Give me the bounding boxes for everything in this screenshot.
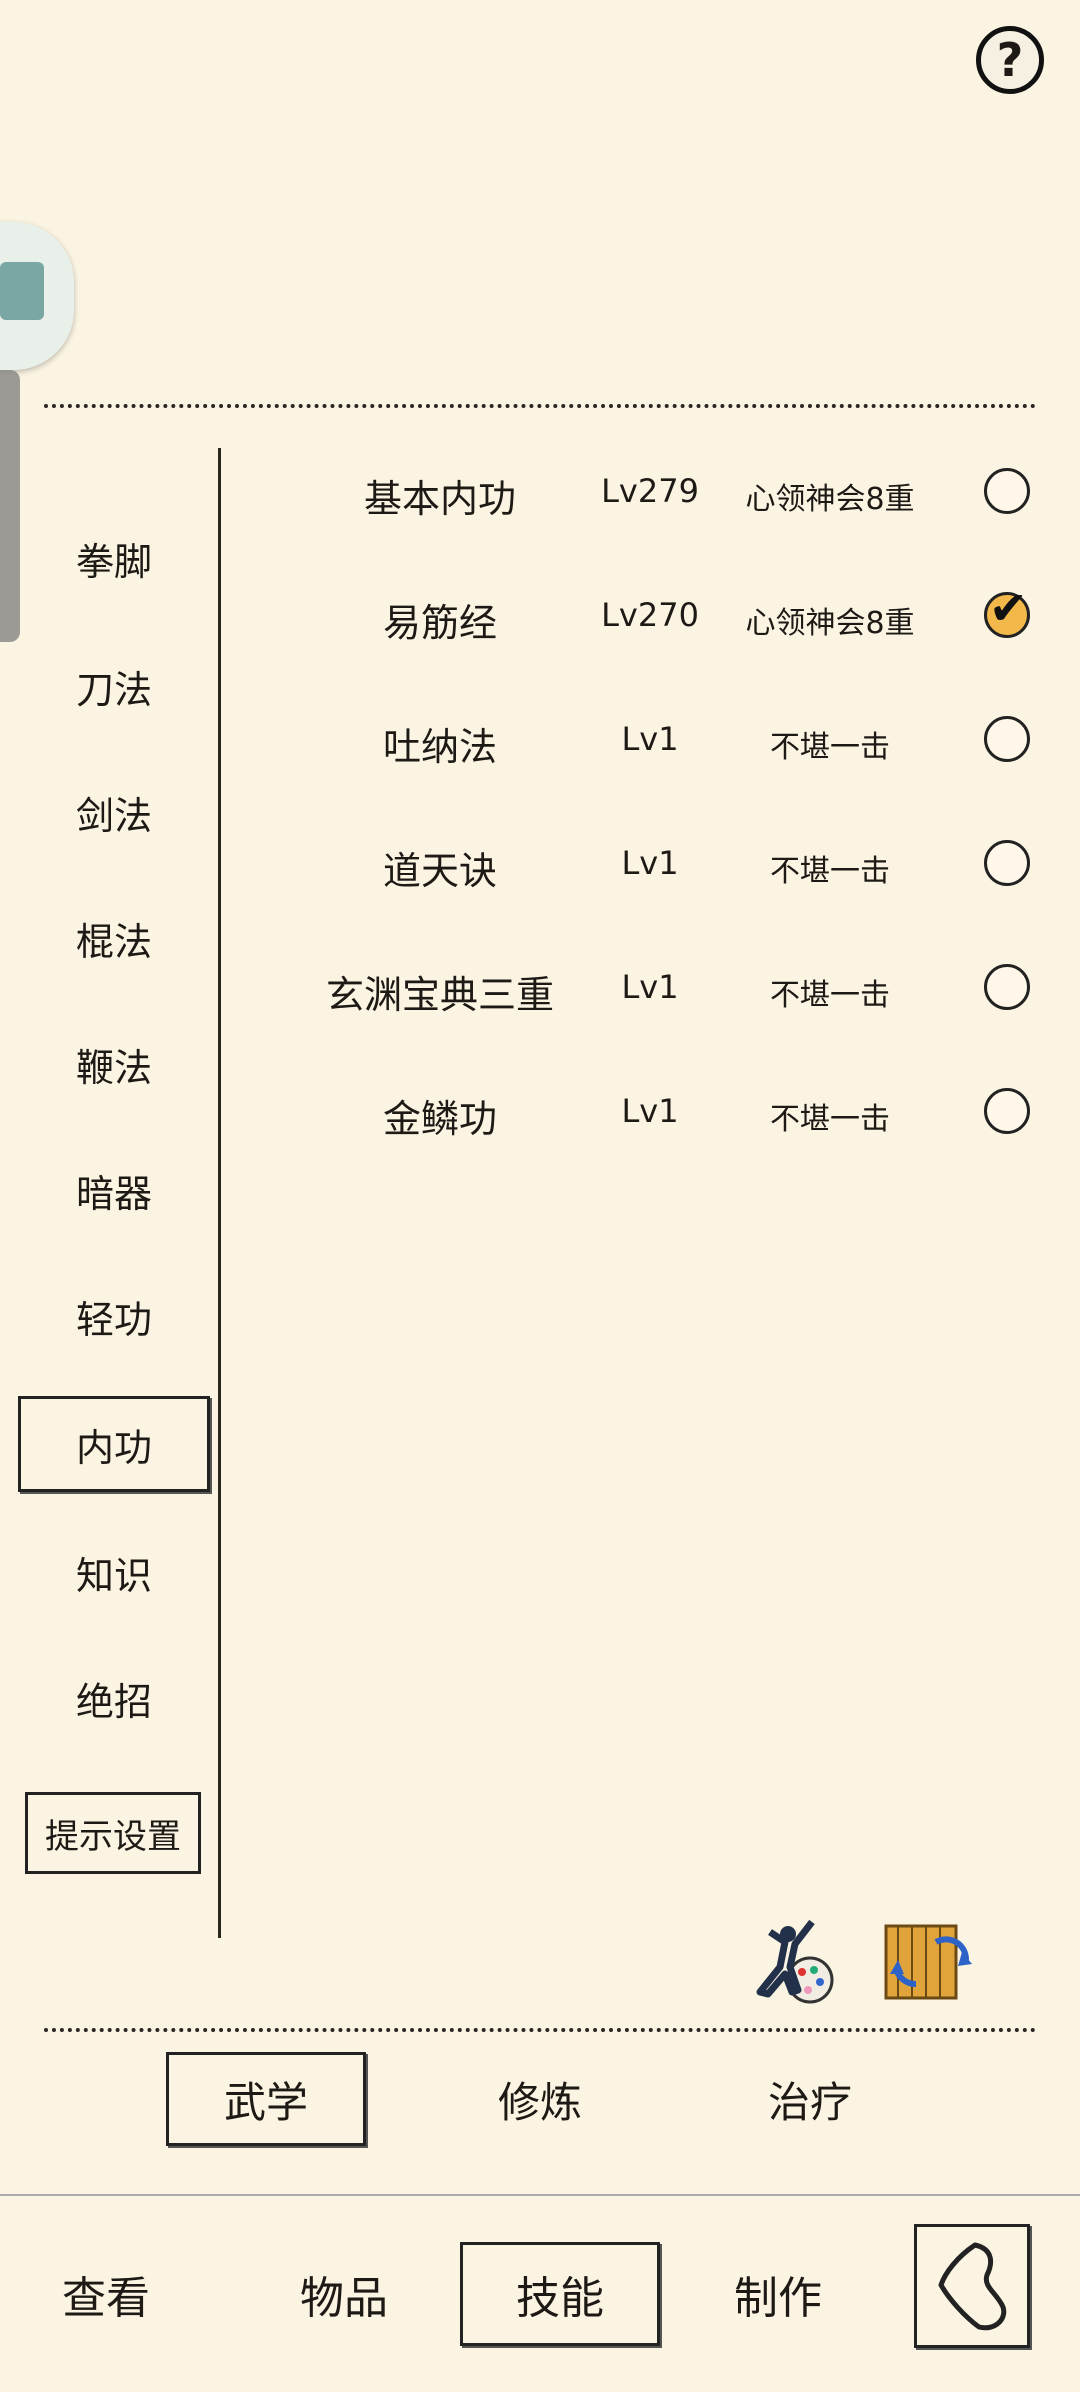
- side-drag-handle[interactable]: [0, 370, 20, 642]
- skill-select-radio[interactable]: [984, 1088, 1030, 1134]
- swordsman-palette-icon[interactable]: [740, 1912, 840, 2012]
- skill-rank: 不堪一击: [770, 854, 890, 889]
- skill-name: 吐纳法: [382, 725, 497, 769]
- skill-name: 道天诀: [382, 849, 497, 893]
- skill-level: Lv1: [621, 844, 679, 882]
- category-tab-gunfa[interactable]: 棍法: [18, 890, 210, 986]
- skill-select-radio[interactable]: ✔: [984, 581, 1030, 638]
- category-tab-qinggong[interactable]: 轻功: [18, 1268, 210, 1364]
- hint-settings-button[interactable]: 提示设置: [25, 1792, 201, 1874]
- skill-name: 金鳞功: [382, 1097, 497, 1141]
- skill-select-radio[interactable]: [984, 964, 1030, 1010]
- back-button[interactable]: [914, 2224, 1030, 2348]
- skill-row[interactable]: 金鳞功 Lv1 不堪一击: [240, 1064, 1040, 1160]
- subtab-zhiliao[interactable]: 治疗: [710, 2052, 910, 2146]
- skill-name: 玄渊宝典三重: [325, 973, 554, 1017]
- skill-row[interactable]: 道天诀 Lv1 不堪一击: [240, 816, 1040, 912]
- skill-rank: 不堪一击: [770, 978, 890, 1013]
- category-tab-anqi[interactable]: 暗器: [18, 1142, 210, 1238]
- nav-tab-skills[interactable]: 技能: [460, 2242, 660, 2346]
- skill-select-radio[interactable]: [984, 716, 1030, 762]
- skill-rank: 心领神会8重: [745, 606, 915, 641]
- question-icon: ?: [996, 33, 1024, 87]
- skill-row[interactable]: 易筋经 Lv270 心领神会8重 ✔: [240, 568, 1040, 664]
- skill-name: 易筋经: [382, 601, 497, 645]
- subtab-wuxue[interactable]: 武学: [166, 2052, 366, 2146]
- category-tab-bianfa[interactable]: 鞭法: [18, 1016, 210, 1112]
- skill-level: Lv1: [621, 968, 679, 1006]
- skill-select-radio[interactable]: [984, 468, 1030, 514]
- category-tab-jianfa[interactable]: 剑法: [18, 764, 210, 860]
- category-tab-quanjiao[interactable]: 拳脚: [18, 510, 210, 606]
- checkmark-icon: ✔: [989, 581, 1028, 635]
- skill-select-radio[interactable]: [984, 840, 1030, 886]
- category-tab-daofa[interactable]: 刀法: [18, 638, 210, 734]
- bottom-divider: [44, 2028, 1036, 2032]
- skill-level: Lv1: [621, 720, 679, 758]
- skill-rank: 不堪一击: [770, 730, 890, 765]
- category-tab-neigong[interactable]: 内功: [18, 1396, 210, 1492]
- skill-row[interactable]: 吐纳法 Lv1 不堪一击: [240, 692, 1040, 788]
- help-button[interactable]: ?: [976, 26, 1044, 94]
- back-arrow-icon: [938, 2242, 1007, 2331]
- category-tab-zhishi[interactable]: 知识: [18, 1524, 210, 1620]
- skill-rank: 不堪一击: [770, 1102, 890, 1137]
- skill-name: 基本内功: [363, 477, 516, 521]
- nav-tab-items[interactable]: 物品: [244, 2242, 444, 2346]
- skill-row[interactable]: 基本内功 Lv279 心领神会8重: [240, 444, 1040, 540]
- subtab-xiulian[interactable]: 修炼: [440, 2052, 640, 2146]
- category-tab-juezhao[interactable]: 绝招: [18, 1650, 210, 1746]
- sidebar-divider: [218, 448, 221, 1938]
- skill-row[interactable]: 玄渊宝典三重 Lv1 不堪一击: [240, 940, 1040, 1036]
- skill-level: Lv1: [621, 1092, 679, 1130]
- skill-level: Lv279: [601, 472, 699, 510]
- nav-tab-craft[interactable]: 制作: [678, 2242, 878, 2346]
- top-divider: [44, 404, 1036, 408]
- skill-rank: 心领神会8重: [745, 482, 915, 517]
- scroll-swap-icon[interactable]: [876, 1912, 976, 2012]
- skill-level: Lv270: [601, 596, 699, 634]
- app-logo-icon: [0, 262, 44, 320]
- floating-ball-widget[interactable]: [0, 222, 74, 370]
- nav-divider: [0, 2194, 1080, 2196]
- nav-tab-view[interactable]: 查看: [6, 2242, 206, 2346]
